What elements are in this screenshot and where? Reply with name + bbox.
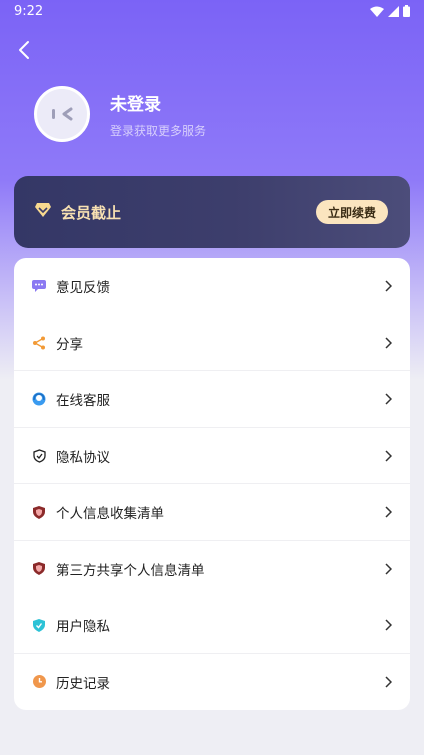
menu-item-label: 分享	[56, 336, 83, 353]
menu-item-history[interactable]: 历史记录	[14, 654, 410, 711]
settings-menu: 意见反馈 分享 在线客服 隐私协议 个人信息收集清单 第三方共享个人信息清单 用…	[14, 258, 410, 710]
chevron-right-icon	[385, 676, 392, 688]
chevron-right-icon	[385, 563, 392, 575]
vip-card: 会员截止 立即续费	[14, 176, 410, 248]
wifi-icon	[370, 6, 384, 17]
chevron-right-icon	[385, 393, 392, 405]
renew-button[interactable]: 立即续费	[315, 200, 388, 224]
menu-item-label: 意见反馈	[56, 280, 110, 297]
status-bar: 9:22	[0, 0, 424, 24]
back-button[interactable]	[12, 36, 36, 64]
avatar-face-icon	[52, 107, 73, 121]
menu-item-label: 第三方共享个人信息清单	[56, 562, 205, 579]
chevron-right-icon	[385, 450, 392, 462]
menu-item-info-collection[interactable]: 个人信息收集清单	[14, 484, 410, 541]
back-arrow-icon	[19, 41, 29, 59]
privacy-shield-icon	[32, 449, 46, 463]
menu-item-label: 个人信息收集清单	[56, 506, 164, 523]
menu-item-share[interactable]: 分享	[14, 315, 410, 372]
menu-item-third-party-share[interactable]: 第三方共享个人信息清单	[14, 541, 410, 598]
menu-item-feedback[interactable]: 意见反馈	[14, 258, 410, 315]
user-privacy-icon	[32, 618, 46, 632]
user-name[interactable]: 未登录	[110, 90, 161, 115]
history-icon	[32, 675, 46, 689]
login-prompt[interactable]: 登录获取更多服务	[110, 122, 206, 139]
menu-item-user-privacy[interactable]: 用户隐私	[14, 597, 410, 654]
chevron-right-icon	[385, 337, 392, 349]
menu-item-label: 隐私协议	[56, 449, 110, 466]
menu-item-customer-service[interactable]: 在线客服	[14, 371, 410, 428]
menu-item-label: 历史记录	[56, 675, 110, 692]
vip-expiry-label: 会员截止	[61, 204, 122, 222]
feedback-icon	[32, 279, 46, 293]
share-icon	[32, 336, 46, 350]
info-collection-icon	[32, 505, 46, 519]
battery-icon	[403, 5, 410, 17]
vip-diamond-icon	[35, 203, 51, 217]
chevron-right-icon	[385, 619, 392, 631]
avatar[interactable]	[34, 86, 90, 142]
status-time: 9:22	[14, 4, 44, 19]
chevron-right-icon	[385, 280, 392, 292]
chevron-right-icon	[385, 506, 392, 518]
menu-item-label: 在线客服	[56, 393, 110, 410]
menu-item-privacy-agreement[interactable]: 隐私协议	[14, 428, 410, 485]
menu-item-label: 用户隐私	[56, 619, 110, 636]
signal-icon	[388, 5, 399, 17]
status-icons	[370, 5, 410, 17]
customer-service-icon	[32, 392, 46, 406]
third-party-share-icon	[32, 562, 46, 576]
